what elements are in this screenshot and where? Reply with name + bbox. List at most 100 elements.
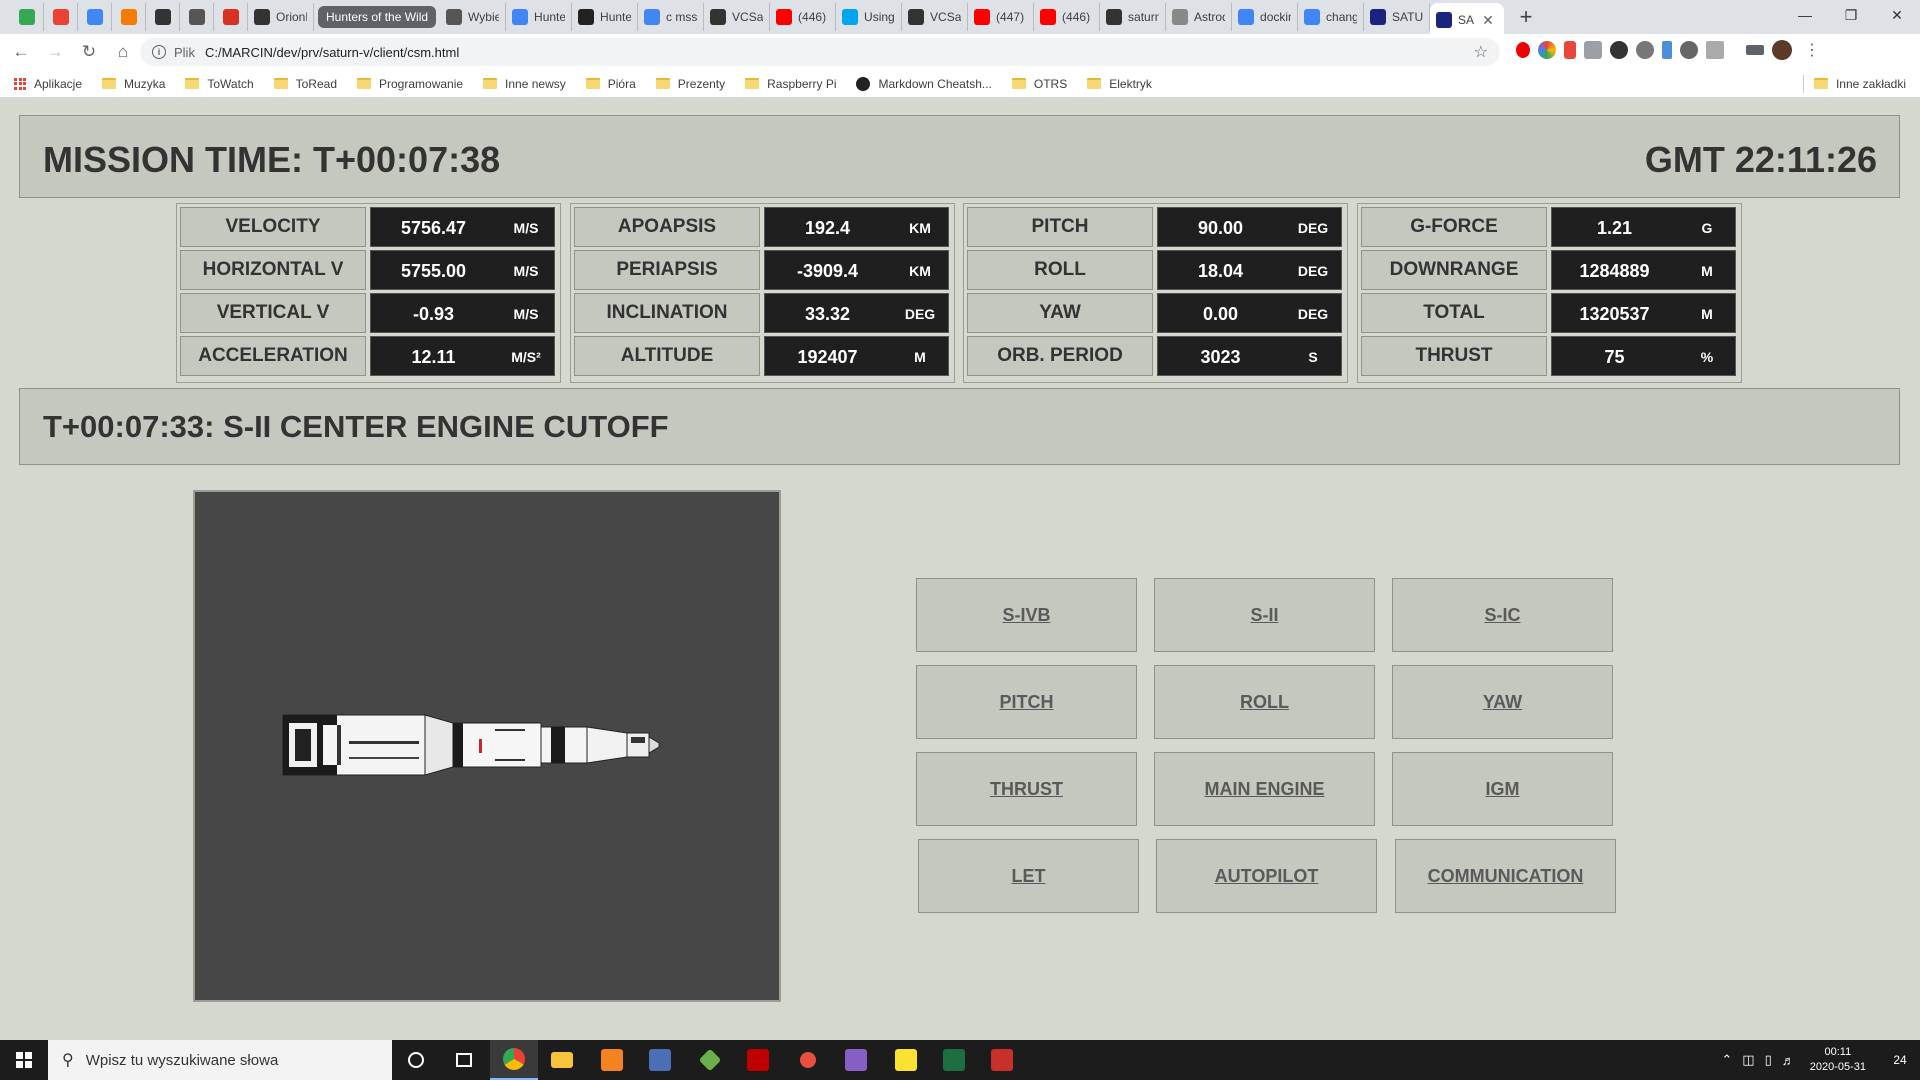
telemetry-label: HORIZONTAL V xyxy=(180,250,366,290)
chrome-taskbar-icon[interactable] xyxy=(490,1040,538,1080)
browser-tab[interactable]: dockin xyxy=(1232,3,1299,31)
filezilla-icon[interactable] xyxy=(734,1040,782,1080)
browser-tab[interactable]: SA ✕ xyxy=(1430,3,1505,37)
browser-tab[interactable] xyxy=(180,3,214,31)
yaw-button[interactable]: YAW xyxy=(1392,665,1613,739)
other-bookmarks[interactable]: Inne zakładki xyxy=(1813,77,1906,91)
browser-tab[interactable]: VCSam xyxy=(902,3,969,31)
taskbar-search[interactable]: ⚲ Wpisz tu wyszukiwane słowa xyxy=(48,1040,392,1080)
back-icon[interactable]: ← xyxy=(4,35,38,69)
sticky-notes-icon[interactable] xyxy=(882,1040,930,1080)
browser-tab[interactable]: Hunte xyxy=(572,3,639,31)
wolf-extension-icon[interactable] xyxy=(1610,41,1628,59)
browser-tab[interactable]: Hunte xyxy=(506,3,573,31)
bookmark-item[interactable]: Prezenty xyxy=(655,77,725,91)
bookmark-item[interactable]: Muzyka xyxy=(102,77,165,91)
igm-button[interactable]: IGM xyxy=(1392,752,1613,826)
apps-shortcut[interactable]: Aplikacje xyxy=(14,77,82,91)
bookmark-item[interactable]: ToRead xyxy=(273,77,337,91)
file-explorer-icon[interactable] xyxy=(538,1040,586,1080)
browser-tab[interactable]: Astrod xyxy=(1166,3,1233,31)
battery-icon[interactable]: ▯ xyxy=(1765,1052,1772,1068)
bookmark-item[interactable]: Raspberry Pi xyxy=(745,77,836,91)
close-tab-icon[interactable]: ✕ xyxy=(1482,12,1494,29)
browser-tab[interactable] xyxy=(146,3,180,31)
git-app-icon[interactable] xyxy=(784,1040,832,1080)
let-button[interactable]: LET xyxy=(918,839,1139,913)
thrust-button[interactable]: THRUST xyxy=(916,752,1137,826)
excel-app-icon[interactable] xyxy=(930,1040,978,1080)
telemetry-value-box: 0.00 DEG xyxy=(1157,293,1342,333)
network-icon[interactable]: ◫ xyxy=(1742,1052,1754,1068)
pitch-button[interactable]: PITCH xyxy=(916,665,1137,739)
browser-tab[interactable]: SATUR xyxy=(1364,3,1431,31)
puzzle-extension-icon[interactable] xyxy=(1584,41,1602,59)
browser-tab[interactable]: VCSam xyxy=(704,3,771,31)
app-icon[interactable] xyxy=(978,1040,1026,1080)
browser-tab[interactable]: Using xyxy=(836,3,903,31)
bookmark-item[interactable]: Markdown Cheatsh... xyxy=(856,76,992,91)
reading-list-icon[interactable] xyxy=(1746,45,1764,55)
bookmark-item[interactable]: Elektryk xyxy=(1087,77,1152,91)
bookmark-item[interactable]: Programowanie xyxy=(357,77,463,91)
close-window-button[interactable]: ✕ xyxy=(1874,0,1920,30)
clock[interactable]: 00:11 2020-05-31 xyxy=(1810,1045,1866,1075)
browser-toolbar: ← → ↻ ⌂ i Plik C:/MARCIN/dev/prv/saturn-… xyxy=(0,34,1920,70)
task-view-icon[interactable] xyxy=(440,1040,488,1080)
bookmark-item[interactable]: ToWatch xyxy=(185,77,254,91)
new-tab-button[interactable]: + xyxy=(1514,4,1538,30)
bookmark-item[interactable]: Inne newsy xyxy=(483,77,566,91)
tab-group-label[interactable]: Hunters of the Wild xyxy=(318,6,437,28)
tab-favicon-icon xyxy=(254,9,270,25)
network-app-icon[interactable] xyxy=(636,1040,684,1080)
browser-tab[interactable] xyxy=(214,3,248,31)
info-icon[interactable]: i xyxy=(152,45,166,59)
browser-tab[interactable]: (447) V xyxy=(968,3,1035,31)
bookmark-item[interactable]: Pióra xyxy=(585,77,636,91)
browser-tab[interactable]: (446) V xyxy=(770,3,837,31)
feather-extension-icon[interactable] xyxy=(1662,41,1672,59)
home-icon[interactable]: ⌂ xyxy=(106,35,140,69)
opera-icon[interactable] xyxy=(1516,42,1530,58)
browser-tab[interactable]: saturn xyxy=(1100,3,1167,31)
browser-tab[interactable]: c mssq xyxy=(638,3,705,31)
bookmark-star-icon[interactable]: ☆ xyxy=(1474,42,1488,62)
browser-tab[interactable] xyxy=(78,3,112,31)
chevron-up-icon[interactable]: ⌃ xyxy=(1721,1052,1732,1068)
menu-icon[interactable]: ⋮ xyxy=(1804,40,1820,60)
reload-icon[interactable]: ↻ xyxy=(72,35,106,69)
sync-extension-icon[interactable] xyxy=(1680,41,1698,59)
forward-icon[interactable]: → xyxy=(38,35,72,69)
browser-tab[interactable]: (446) V xyxy=(1034,3,1101,31)
image-extension-icon[interactable] xyxy=(1706,41,1724,59)
color-picker-icon[interactable] xyxy=(1538,41,1556,59)
s-ivb-button[interactable]: S-IVB xyxy=(916,578,1137,652)
visual-studio-icon[interactable] xyxy=(832,1040,880,1080)
browser-tab[interactable] xyxy=(10,3,44,31)
bookmark-item[interactable]: OTRS xyxy=(1011,77,1067,91)
start-button[interactable] xyxy=(0,1040,48,1080)
cortana-icon[interactable] xyxy=(392,1040,440,1080)
browser-tab[interactable]: Wybie xyxy=(440,3,507,31)
browser-tab[interactable] xyxy=(112,3,146,31)
sublime-icon[interactable] xyxy=(588,1040,636,1080)
browser-tab[interactable]: OrionE xyxy=(248,3,314,31)
circle-extension-icon[interactable] xyxy=(1636,41,1654,59)
s-ic-button[interactable]: S-IC xyxy=(1392,578,1613,652)
url-text[interactable]: C:/MARCIN/dev/prv/saturn-v/client/csm.ht… xyxy=(205,45,459,60)
restore-button[interactable]: ❐ xyxy=(1828,0,1874,30)
autopilot-button[interactable]: AUTOPILOT xyxy=(1156,839,1377,913)
volume-icon[interactable]: ♬ xyxy=(1782,1053,1795,1068)
browser-tab[interactable]: change xyxy=(1298,3,1365,31)
roll-button[interactable]: ROLL xyxy=(1154,665,1375,739)
minimize-button[interactable]: — xyxy=(1782,0,1828,30)
lock-extension-icon[interactable] xyxy=(1564,41,1576,59)
notifications-icon[interactable]: 24 xyxy=(1880,1040,1920,1080)
browser-tab[interactable] xyxy=(44,3,78,31)
tools-app-icon[interactable] xyxy=(686,1040,734,1080)
main-engine-button[interactable]: MAIN ENGINE xyxy=(1154,752,1375,826)
communication-button[interactable]: COMMUNICATION xyxy=(1395,839,1616,913)
s-ii-button[interactable]: S-II xyxy=(1154,578,1375,652)
address-bar[interactable]: i Plik C:/MARCIN/dev/prv/saturn-v/client… xyxy=(140,38,1500,66)
profile-avatar[interactable] xyxy=(1772,40,1792,60)
